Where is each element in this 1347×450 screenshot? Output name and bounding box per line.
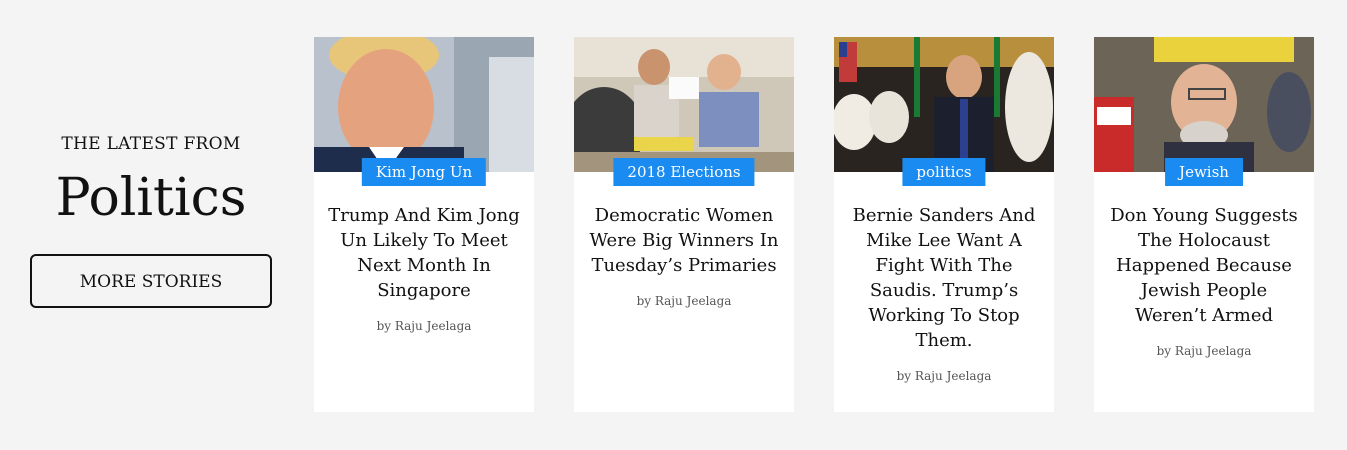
story-title[interactable]: Democratic Women Were Big Winners In Tue… (584, 203, 784, 278)
story-card[interactable]: politics Bernie Sanders And Mike Lee Wan… (834, 37, 1054, 412)
story-thumbnail[interactable] (574, 37, 794, 172)
story-card[interactable]: Jewish Don Young Suggests The Holocaust … (1094, 37, 1314, 412)
category-tag[interactable]: 2018 Elections (613, 158, 755, 186)
story-photo-don-young (1094, 37, 1314, 172)
section-kicker: THE LATEST FROM (61, 134, 241, 154)
story-card[interactable]: 2018 Elections Democratic Women Were Big… (574, 37, 794, 412)
story-thumbnail[interactable] (1094, 37, 1314, 172)
story-byline: by Raju Jeelaga (896, 369, 992, 383)
section-title: Politics (55, 168, 247, 228)
story-title[interactable]: Don Young Suggests The Holocaust Happene… (1104, 203, 1304, 328)
section-intro: THE LATEST FROM Politics MORE STORIES (30, 120, 272, 308)
story-card[interactable]: Kim Jong Un Trump And Kim Jong Un Likely… (314, 37, 534, 412)
story-photo-election-workers (574, 37, 794, 172)
story-byline: by Raju Jeelaga (1156, 344, 1252, 358)
story-photo-trump (314, 37, 534, 172)
story-byline: by Raju Jeelaga (636, 294, 732, 308)
category-tag[interactable]: Jewish (1165, 158, 1243, 186)
story-thumbnail[interactable] (314, 37, 534, 172)
more-stories-button[interactable]: MORE STORIES (30, 254, 272, 308)
category-tag[interactable]: politics (902, 158, 986, 186)
story-title[interactable]: Bernie Sanders And Mike Lee Want A Fight… (844, 203, 1044, 353)
category-tag[interactable]: Kim Jong Un (361, 158, 487, 186)
story-thumbnail[interactable] (834, 37, 1054, 172)
story-byline: by Raju Jeelaga (376, 319, 472, 333)
story-photo-saudi-visit (834, 37, 1054, 172)
story-title[interactable]: Trump And Kim Jong Un Likely To Meet Nex… (324, 203, 524, 303)
